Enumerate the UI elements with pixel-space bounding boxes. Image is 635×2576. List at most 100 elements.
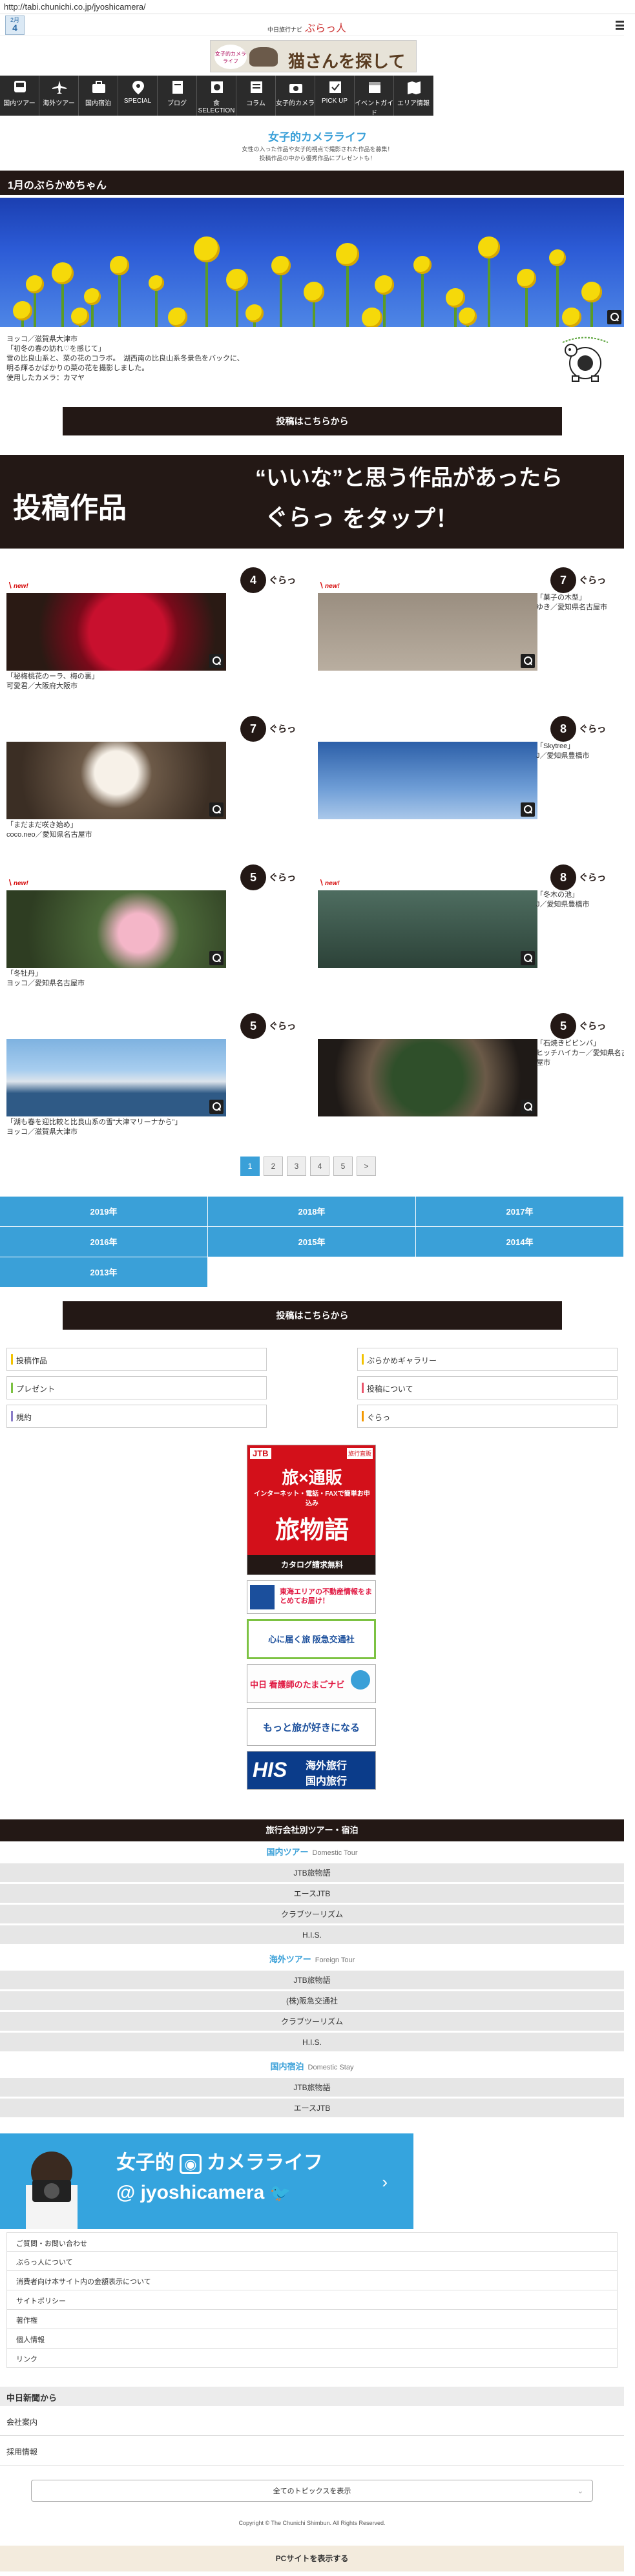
post-thumbnail[interactable] xyxy=(6,742,226,819)
footer-link[interactable]: 消費者向け本サイト内の金額表示について xyxy=(6,2271,618,2290)
year-row: 2016年 2015年 2014年 xyxy=(0,1227,624,1257)
ad-hankyu[interactable]: 心に届く旅 阪急交通社 xyxy=(247,1619,376,1659)
like-counter[interactable]: 4 ぐらっ xyxy=(240,567,296,593)
instagram-banner[interactable]: 女子的 ◉ カメラライフ @ jyoshicamera 🐦 › xyxy=(0,2133,413,2229)
like-counter[interactable]: 8 ぐらっ xyxy=(550,864,606,890)
page-button[interactable]: 1 xyxy=(240,1157,260,1176)
year-link[interactable]: 2019年 xyxy=(0,1197,208,1227)
tour-link[interactable]: JTB旅物語 xyxy=(0,1863,624,1883)
flower-stem xyxy=(488,247,490,327)
zoom-icon[interactable] xyxy=(521,654,535,668)
zoom-icon[interactable] xyxy=(521,802,535,817)
post-thumbnail[interactable] xyxy=(6,890,226,968)
category-link[interactable]: 規約 xyxy=(6,1405,267,1428)
year-link[interactable]: 2017年 xyxy=(416,1197,624,1227)
nav-item[interactable]: 国内宿泊 xyxy=(79,76,118,116)
pc-site-button[interactable]: PCサイトを表示する xyxy=(0,2546,624,2571)
year-link[interactable]: 2018年 xyxy=(208,1197,416,1227)
like-counter[interactable]: 7 ぐらっ xyxy=(550,567,606,593)
nav-item[interactable]: SPECIAL xyxy=(118,76,158,116)
gura-icon: ぐらっ xyxy=(579,576,606,586)
nav-item[interactable]: 国内ツアー xyxy=(0,76,39,116)
cat-banner[interactable]: 女子的カメラライフ 猫さんを探して xyxy=(210,40,417,72)
footer-link[interactable]: リンク xyxy=(6,2349,618,2368)
tour-group-en: Domestic Stay xyxy=(307,2064,354,2071)
nav-item[interactable]: 女子的カメラ xyxy=(276,76,315,116)
zoom-icon[interactable] xyxy=(607,310,621,324)
post-button-top[interactable]: 投稿はこちらから xyxy=(63,407,562,435)
year-link[interactable]: 2015年 xyxy=(208,1227,416,1257)
tour-link[interactable]: JTB旅物語 xyxy=(0,2078,624,2097)
page-button[interactable]: 2 xyxy=(264,1157,283,1176)
chunichi-link-company[interactable]: 会社案内 xyxy=(0,2406,624,2436)
flower xyxy=(13,301,32,320)
next-page-button[interactable]: > xyxy=(357,1157,376,1176)
post-thumbnail[interactable] xyxy=(318,742,537,819)
nav-item[interactable]: 食SELECTION xyxy=(197,76,236,116)
page-button[interactable]: 4 xyxy=(310,1157,329,1176)
like-counter[interactable]: 8 ぐらっ xyxy=(550,716,606,742)
category-link[interactable]: 投稿作品 xyxy=(6,1348,267,1371)
nav-item[interactable]: イベントガイド xyxy=(355,76,394,117)
page-button[interactable]: 5 xyxy=(333,1157,353,1176)
year-link[interactable]: 2014年 xyxy=(416,1227,624,1257)
category-link[interactable]: プレゼント xyxy=(6,1376,267,1399)
zoom-icon[interactable] xyxy=(209,654,224,668)
footer-link[interactable]: ぶらっ人について xyxy=(6,2252,618,2271)
like-counter[interactable]: 5 ぐらっ xyxy=(550,1013,606,1039)
like-counter[interactable]: 7 ぐらっ xyxy=(240,716,296,742)
site-logo[interactable]: 中日旅行ナビ ぶらっ人 xyxy=(265,19,346,35)
category-link[interactable]: ぶらかめギャラリー xyxy=(357,1348,618,1371)
chunichi-link-recruit[interactable]: 採用情報 xyxy=(0,2436,624,2466)
nav-item[interactable]: ブログ xyxy=(158,76,197,116)
post-thumbnail[interactable] xyxy=(318,890,537,968)
like-counter[interactable]: 5 ぐらっ xyxy=(240,1013,296,1039)
like-counter[interactable]: 5 ぐらっ xyxy=(240,864,296,890)
year-link[interactable]: 2013年 xyxy=(0,1257,208,1288)
zoom-icon[interactable] xyxy=(521,1100,535,1114)
feature-photo[interactable] xyxy=(0,198,624,327)
year-link[interactable]: 2016年 xyxy=(0,1227,208,1257)
ad-club-tourism[interactable]: もっと旅が好きになる xyxy=(247,1708,376,1746)
post-thumbnail[interactable] xyxy=(318,1039,537,1116)
category-link[interactable]: 投稿について xyxy=(357,1376,618,1399)
category-link[interactable]: ぐらっ xyxy=(357,1405,618,1428)
zoom-icon[interactable] xyxy=(209,951,224,965)
footer-link[interactable]: 著作権 xyxy=(6,2310,618,2329)
nurse-icon xyxy=(351,1670,370,1690)
post-button-bottom[interactable]: 投稿はこちらから xyxy=(63,1301,562,1330)
tour-link[interactable]: エースJTB xyxy=(0,2099,624,2118)
tour-link[interactable]: エースJTB xyxy=(0,1884,624,1903)
ad-hankyu-text: 心に届く旅 阪急交通社 xyxy=(268,1635,355,1644)
tour-link[interactable]: JTB旅物語 xyxy=(0,1971,624,1990)
zoom-icon[interactable] xyxy=(521,951,535,965)
tour-link[interactable]: クラブツーリズム xyxy=(0,2012,624,2031)
tour-link[interactable]: H.I.S. xyxy=(0,1925,624,1945)
pin-icon xyxy=(132,81,144,94)
gura-icon: ぐらっ xyxy=(579,873,606,883)
nav-item[interactable]: PICK UP xyxy=(315,76,355,116)
post-thumbnail[interactable] xyxy=(6,593,226,671)
zoom-icon[interactable] xyxy=(209,802,224,817)
page-button[interactable]: 3 xyxy=(287,1157,306,1176)
post-thumbnail[interactable] xyxy=(6,1039,226,1116)
post-thumbnail[interactable] xyxy=(318,593,537,671)
nav-item[interactable]: 海外ツアー xyxy=(39,76,79,116)
ad-his[interactable]: HIS 海外旅行 国内旅行 xyxy=(247,1751,376,1790)
all-topics-button[interactable]: 全てのトピックスを表示 ⌄ xyxy=(31,2480,593,2502)
tour-link[interactable]: H.I.S. xyxy=(0,2033,624,2052)
nav-item[interactable]: エリア情報 xyxy=(394,76,433,116)
ad-nurse[interactable]: 中日 看護師のたまごナビ xyxy=(247,1664,376,1703)
footer-link[interactable]: 個人情報 xyxy=(6,2329,618,2349)
tour-group-en: Domestic Tour xyxy=(312,1849,358,1857)
ad-realestate[interactable]: 東海エリアの不動産情報をまとめてお届け！ xyxy=(247,1580,376,1614)
zoom-icon[interactable] xyxy=(209,1100,224,1114)
ad-jtb[interactable]: JTB 旅行直販 旅×通販 インターネット・電話・FAXで簡単お申込み 旅物語 … xyxy=(247,1445,376,1575)
post-caption: 「Skytree」 J／愛知県豊橋市 xyxy=(536,742,590,761)
browser-url-bar[interactable]: http://tabi.chunichi.co.jp/jyoshicamera/ xyxy=(0,0,635,14)
tour-link[interactable]: (株)阪急交通社 xyxy=(0,1991,624,2011)
footer-link[interactable]: ご質問・お問い合わせ xyxy=(6,2232,618,2252)
nav-item[interactable]: コラム xyxy=(236,76,276,116)
footer-link[interactable]: サイトポリシー xyxy=(6,2290,618,2310)
tour-link[interactable]: クラブツーリズム xyxy=(0,1905,624,1924)
